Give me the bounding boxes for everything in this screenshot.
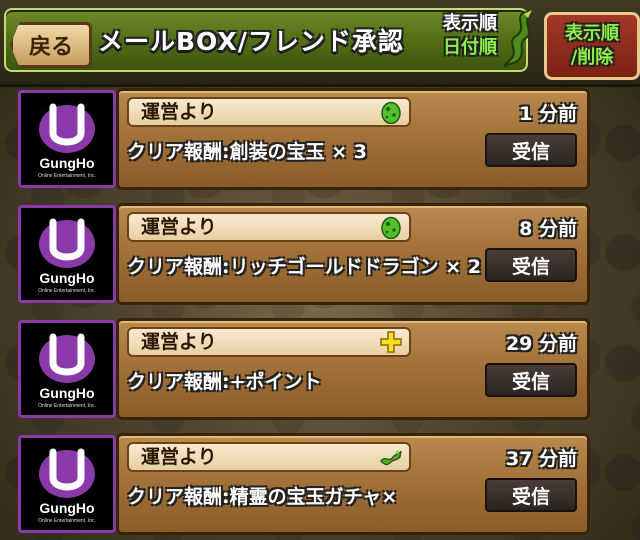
- mail-item[interactable]: GungHo Online Entertainment, Inc. 運営より 3…: [18, 433, 590, 535]
- mail-time: 29 分前: [505, 333, 577, 355]
- brand-subtitle: Online Entertainment, Inc.: [38, 288, 96, 294]
- sort-delete-button[interactable]: 表示順 /削除: [544, 12, 640, 80]
- receive-button[interactable]: 受信: [485, 363, 577, 397]
- receive-button[interactable]: 受信: [485, 478, 577, 512]
- mail-card: 運営より 29 分前 クリア報酬:+ポイント 受信: [116, 318, 590, 420]
- mail-card: 運営より 1 分前 クリア報酬:創装の宝玉 × 3 受信: [116, 88, 590, 190]
- plus-icon: [380, 331, 402, 353]
- mail-subject: クリア報酬:+ポイント: [127, 371, 322, 393]
- mail-item[interactable]: GungHo Online Entertainment, Inc. 運営より 8…: [18, 203, 590, 305]
- sender-name: 運営より: [141, 101, 217, 123]
- gungho-logo-icon: [39, 218, 95, 268]
- sort-button-line2: /削除: [570, 47, 614, 68]
- mail-time: 8 分前: [519, 218, 577, 240]
- sender-avatar: GungHo Online Entertainment, Inc.: [18, 90, 116, 188]
- sender-box: 運営より: [127, 327, 411, 357]
- sender-name: 運営より: [141, 331, 217, 353]
- back-button[interactable]: 戻る: [10, 22, 92, 68]
- mail-time: 1 分前: [519, 103, 577, 125]
- gungho-logo-icon: [39, 333, 95, 383]
- mail-subject: クリア報酬:リッチゴールドドラゴン × 2: [127, 256, 481, 278]
- mail-card: 運営より 37 分前 クリア報酬:精霊の宝玉ガチャ× 受信: [116, 433, 590, 535]
- receive-button[interactable]: 受信: [485, 248, 577, 282]
- brand-subtitle: Online Entertainment, Inc.: [38, 403, 96, 409]
- receive-button[interactable]: 受信: [485, 133, 577, 167]
- green-egg-icon: [381, 101, 401, 124]
- brand-name: GungHo: [39, 270, 95, 286]
- mail-item[interactable]: GungHo Online Entertainment, Inc. 運営より 1…: [18, 88, 590, 190]
- mail-list: GungHo Online Entertainment, Inc. 運営より 1…: [0, 84, 640, 540]
- sender-box: 運営より: [127, 212, 411, 242]
- green-egg-icon: [381, 216, 401, 239]
- mail-card: 運営より 8 分前 クリア報酬:リッチゴールドドラゴン × 2 受信: [116, 203, 590, 305]
- gungho-logo-icon: [39, 448, 95, 498]
- dragon-icon: [380, 449, 402, 466]
- brand-name: GungHo: [39, 155, 95, 171]
- brand-subtitle: Online Entertainment, Inc.: [38, 518, 96, 524]
- header: 戻る メールBOX/フレンド承認 表示順 日付順 表示順 /削除: [0, 0, 640, 87]
- sender-avatar: GungHo Online Entertainment, Inc.: [18, 320, 116, 418]
- mail-time: 37 分前: [505, 448, 577, 470]
- sender-box: 運営より: [127, 442, 411, 472]
- page-title: メールBOX/フレンド承認: [98, 27, 404, 56]
- sender-avatar: GungHo Online Entertainment, Inc.: [18, 205, 116, 303]
- mail-subject: クリア報酬:創装の宝玉 × 3: [127, 141, 367, 163]
- brand-name: GungHo: [39, 500, 95, 516]
- gungho-logo-icon: [39, 103, 95, 153]
- mail-subject: クリア報酬:精霊の宝玉ガチャ×: [127, 486, 398, 508]
- sender-box: 運営より: [127, 97, 411, 127]
- mail-item[interactable]: GungHo Online Entertainment, Inc. 運営より 2…: [18, 318, 590, 420]
- sender-name: 運営より: [141, 446, 217, 468]
- dragon-decoration-icon: [503, 10, 532, 67]
- brand-subtitle: Online Entertainment, Inc.: [38, 173, 96, 179]
- brand-name: GungHo: [39, 385, 95, 401]
- sender-avatar: GungHo Online Entertainment, Inc.: [18, 435, 116, 533]
- sort-button-line1: 表示順: [565, 23, 619, 44]
- sender-name: 運営より: [141, 216, 217, 238]
